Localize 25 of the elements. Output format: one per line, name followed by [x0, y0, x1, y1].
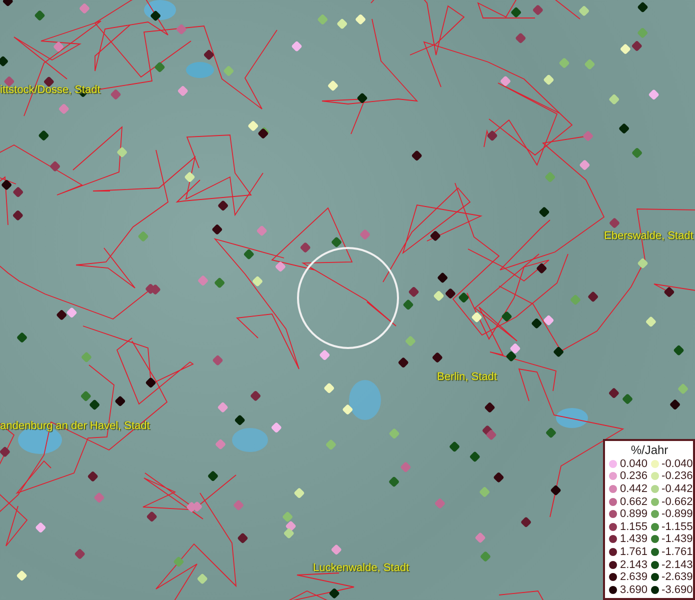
legend-value: -0.899	[662, 508, 693, 520]
legend-value: 1.761	[620, 546, 648, 558]
legend-value: -3.690	[662, 584, 693, 596]
legend-value: 1.439	[620, 533, 648, 546]
legend-value: -0.442	[662, 482, 693, 495]
legend-value: -0.662	[662, 496, 693, 508]
legend-value: 0.040	[620, 458, 648, 470]
legend-value: 1.155	[620, 520, 648, 533]
legend-value: 0.899	[620, 508, 648, 520]
place-label: Berlin, Stadt	[437, 371, 497, 383]
legend-title: %/Jahr	[630, 443, 670, 458]
legend-value: 2.639	[620, 571, 648, 584]
legend-value: 2.143	[620, 558, 648, 571]
legend-value: 0.662	[620, 496, 648, 508]
legend-value: -1.439	[662, 533, 693, 546]
legend-value: -2.143	[662, 558, 693, 571]
legend-value: 0.442	[620, 482, 648, 495]
legend-value: -0.040	[662, 458, 693, 470]
legend-value: 0.236	[620, 470, 648, 482]
legend-value: -1.155	[662, 520, 693, 533]
place-label: Luckenwalde, Stadt	[313, 562, 410, 574]
legend-value: -0.236	[662, 470, 693, 482]
legend-value: 3.690	[620, 584, 648, 596]
legend-value: -1.761	[662, 546, 693, 558]
legend-value: -2.639	[662, 571, 693, 584]
